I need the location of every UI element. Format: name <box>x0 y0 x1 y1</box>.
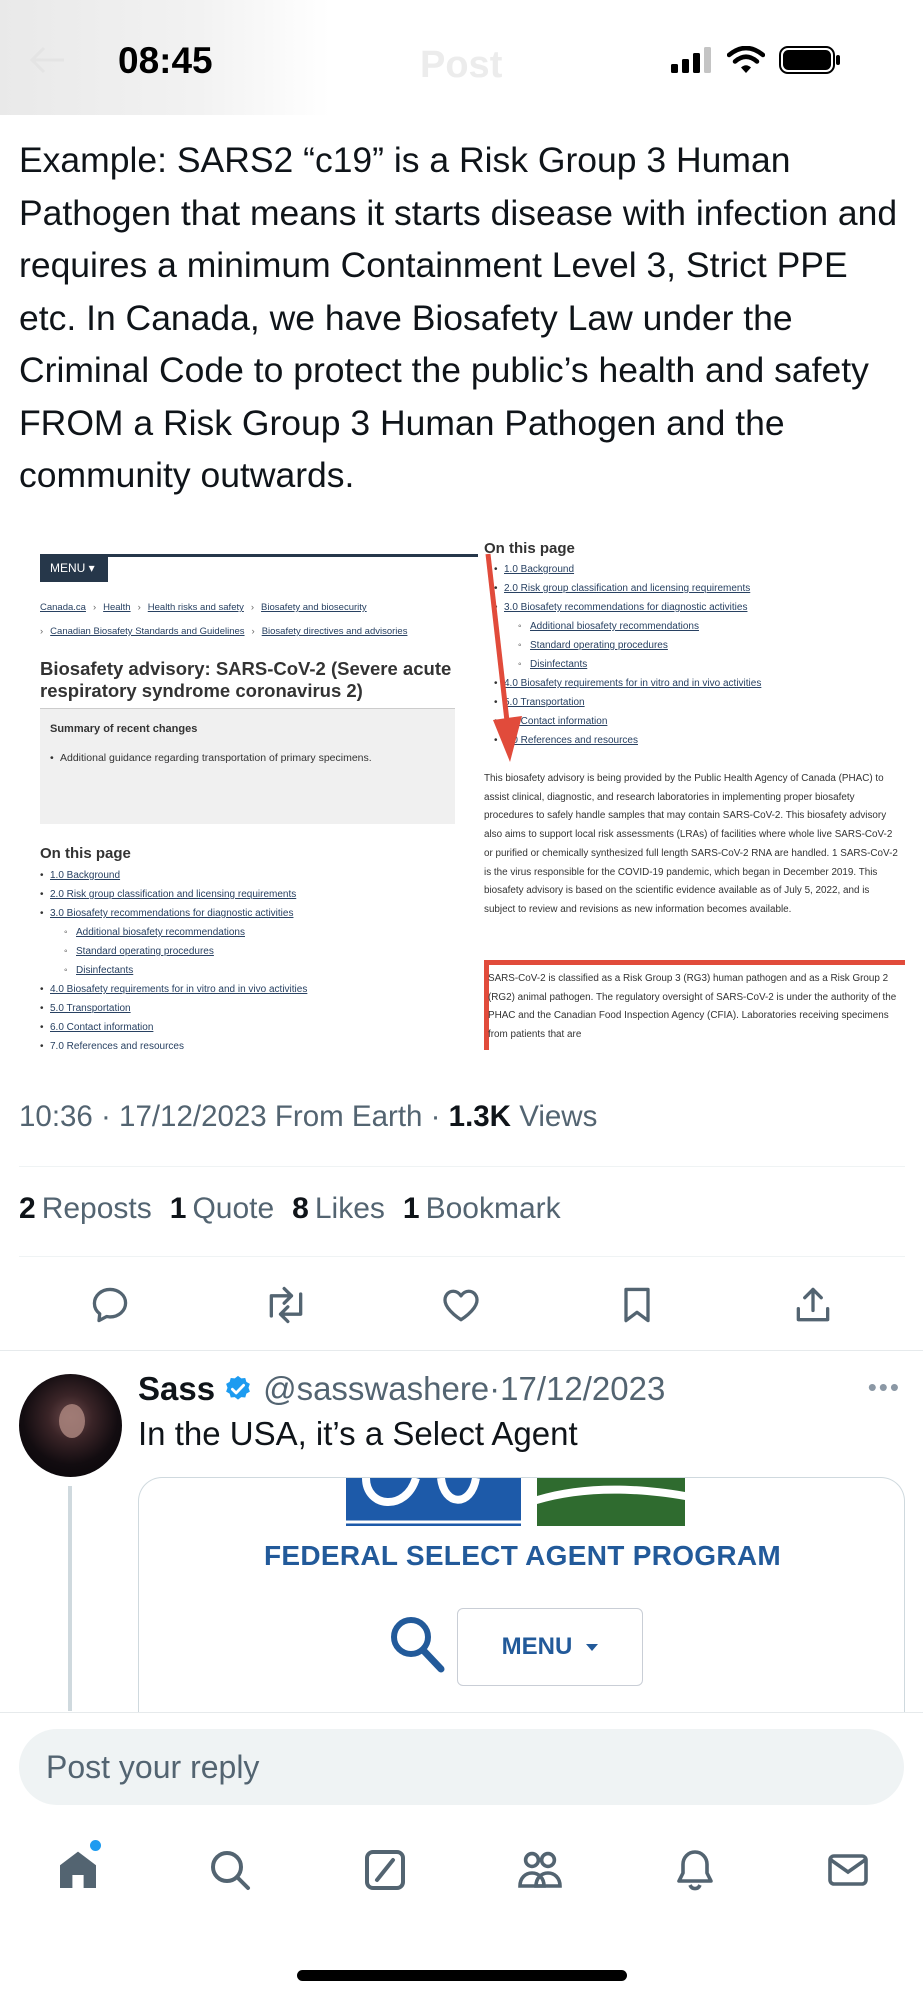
tab-communities[interactable] <box>510 1840 570 1900</box>
toc-item: 4.0 Biosafety requirements for in vitro … <box>40 980 307 999</box>
reply-text: In the USA, it’s a Select Agent <box>138 1415 578 1452</box>
tab-messages[interactable] <box>818 1840 878 1900</box>
card-title: FEDERAL SELECT AGENT PROGRAM <box>263 1540 782 1571</box>
post-image[interactable]: MENU ▾ Canada.ca › Health › Health risks and… <box>19 540 905 1050</box>
reposts-stat[interactable]: 2 Reposts <box>19 1192 152 1226</box>
search-icon <box>391 1617 445 1673</box>
reply-date: 17/12/2023 <box>500 1370 666 1407</box>
reply-composer <box>0 1712 923 1822</box>
toc-item: 2.0 Risk group classification and licens… <box>40 885 307 904</box>
image-summary-box: Summary of recent changes Additional gui… <box>40 708 455 824</box>
toc-item: Disinfectants <box>40 961 307 980</box>
usda-logo <box>537 1478 685 1526</box>
repost-button[interactable] <box>256 1275 316 1335</box>
toc-item: Standard operating procedures <box>40 942 307 961</box>
cdc-logo <box>346 1478 521 1526</box>
reply-media-card[interactable]: FEDERAL SELECT AGENT PROGRAM MENU <box>138 1477 905 1717</box>
image-paragraph-1: This biosafety advisory is being provide… <box>484 773 898 915</box>
verified-badge-icon <box>226 1375 250 1400</box>
post-text: Example: SARS2 “c19” is a Risk Group 3 H… <box>19 140 898 495</box>
home-indicator[interactable] <box>297 1970 627 1981</box>
bookmark-button[interactable] <box>607 1275 667 1335</box>
image-advisory-title: Biosafety advisory: SARS-CoV-2 (Severe a… <box>40 658 452 701</box>
like-button[interactable] <box>431 1275 491 1335</box>
post-actions <box>0 1275 923 1335</box>
image-on-this-page: On this page <box>40 845 131 862</box>
image-toc-left: 1.0 Background2.0 Risk group classificat… <box>40 866 307 1050</box>
divider <box>0 1350 923 1351</box>
toc-item: 6.0 Contact information <box>40 1018 307 1037</box>
header-title: Post <box>420 44 503 86</box>
signal-icon <box>671 47 711 73</box>
share-icon <box>796 1287 830 1322</box>
new-posts-indicator <box>90 1840 101 1851</box>
image-paragraph-2: SARS-CoV-2 is classified as a Risk Group… <box>488 973 897 1041</box>
notifications-icon <box>677 1850 713 1891</box>
post-stats: 2 Reposts 1 Quote 8 Likes 1 Bookmark <box>19 1192 561 1226</box>
divider <box>19 1256 905 1257</box>
bookmark-icon <box>624 1287 650 1323</box>
share-button[interactable] <box>783 1275 843 1335</box>
likes-stat[interactable]: 8 Likes <box>292 1192 385 1226</box>
status-icons <box>671 46 841 74</box>
search-icon <box>211 1851 250 1890</box>
more-icon[interactable]: ••• <box>868 1372 901 1403</box>
red-arrow-annotation <box>485 553 522 762</box>
messages-icon <box>828 1854 868 1886</box>
image-breadcrumb: Canada.ca › Health › Health risks and safety… <box>40 602 408 637</box>
back-arrow-icon[interactable] <box>30 46 66 74</box>
reply-button[interactable] <box>80 1275 140 1335</box>
like-icon <box>443 1289 479 1322</box>
tab-bar <box>0 1822 923 1922</box>
reply-header: Sass @sasswashere · 17/12/2023 <box>138 1370 666 1408</box>
divider <box>19 1166 905 1167</box>
grok-icon <box>365 1850 405 1890</box>
post-meta: 10:36 · 17/12/2023 From Earth · 1.3K Vie… <box>19 1100 598 1133</box>
home-icon <box>60 1851 96 1888</box>
toc-item: 7.0 References and resources <box>40 1037 307 1050</box>
reply-author-name[interactable]: Sass <box>138 1370 215 1408</box>
card-menu-button: MENU <box>457 1608 643 1686</box>
image-menu-button: MENU ▾ <box>40 554 108 582</box>
avatar[interactable] <box>19 1374 122 1477</box>
bookmarks-stat[interactable]: 1 Bookmark <box>403 1192 561 1226</box>
toc-item: 3.0 Biosafety recommendations for diagno… <box>40 904 307 923</box>
toc-item: 1.0 Background <box>40 866 307 885</box>
tab-grok[interactable] <box>355 1840 415 1900</box>
tab-search[interactable] <box>200 1840 260 1900</box>
battery-icon <box>779 46 840 74</box>
repost-icon <box>269 1286 303 1324</box>
thread-line <box>68 1486 72 1711</box>
quotes-stat[interactable]: 1 Quote <box>170 1192 274 1226</box>
communities-icon <box>518 1851 562 1888</box>
toc-item: Additional biosafety recommendations <box>40 923 307 942</box>
status-time: 08:45 <box>118 40 213 81</box>
status-bar: Post 08:45 <box>0 0 923 120</box>
image-left-pane: MENU ▾ Canada.ca › Health › Health risks and… <box>40 540 478 1050</box>
tab-notifications[interactable] <box>665 1840 725 1900</box>
image-right-pane: On this page 1.0 Background2.0 Risk grou… <box>484 540 905 1050</box>
reply-input[interactable] <box>19 1729 904 1805</box>
reply-handle[interactable]: @sasswashere <box>263 1370 489 1408</box>
toc-item: 5.0 Transportation <box>40 999 307 1018</box>
wifi-icon <box>727 46 765 73</box>
reply-icon <box>92 1287 128 1323</box>
